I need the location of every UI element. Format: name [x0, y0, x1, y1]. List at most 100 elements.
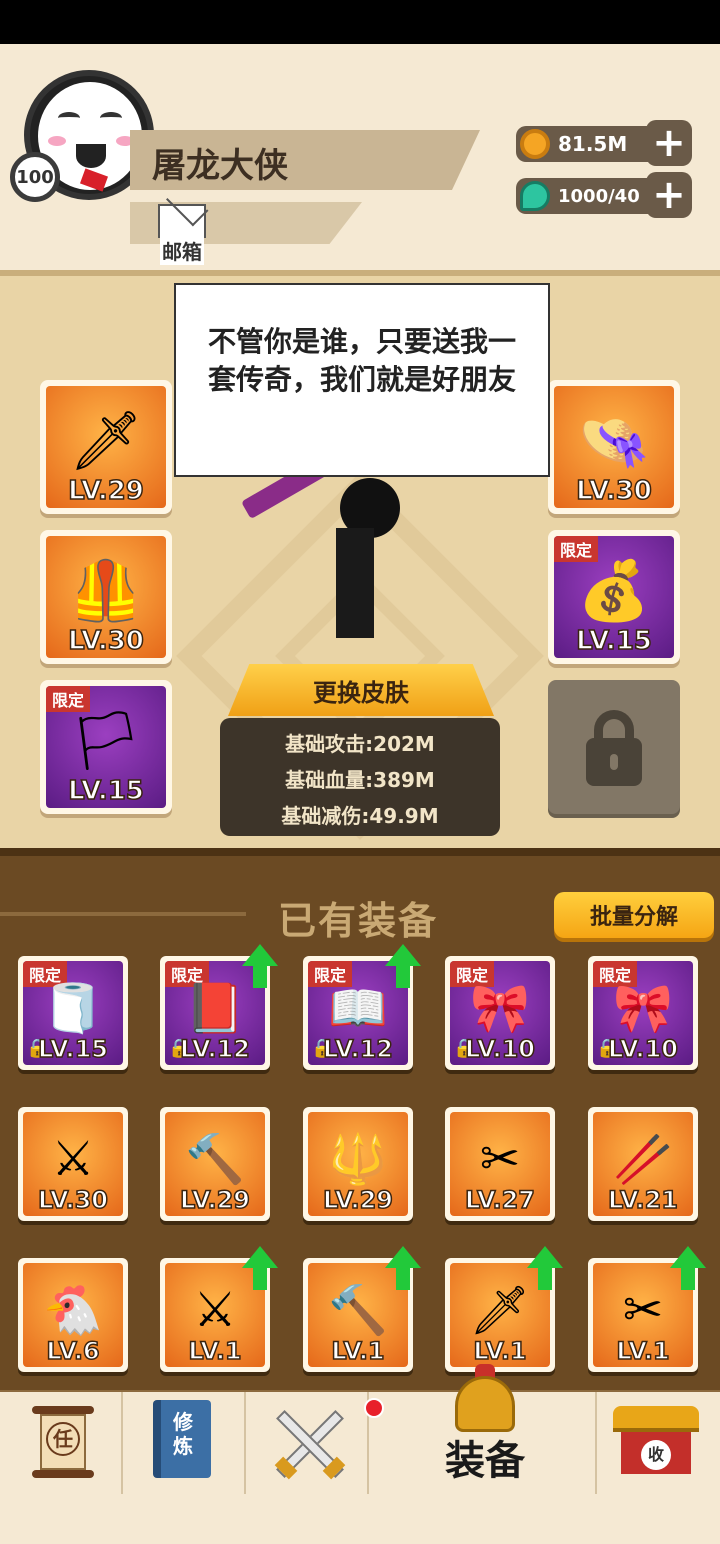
armor-icon: 🦺	[69, 556, 143, 625]
upgrade-arrow-icon	[242, 944, 278, 990]
item-level: LV.21	[607, 1185, 678, 1215]
nav-equipment[interactable]: 装备	[369, 1364, 597, 1494]
nav-bottom-strip	[0, 1494, 720, 1544]
book-icon: 修炼	[153, 1400, 211, 1478]
speech-bubble: 不管你是谁，只要送我一套传奇，我们就是好朋友	[174, 283, 550, 477]
equip-slot-weapon[interactable]: 🗡 LV.29	[40, 380, 172, 514]
nav-cultivate[interactable]: 修炼	[123, 1392, 246, 1494]
scroll-rod-top	[32, 1406, 94, 1414]
avatar-eye-right	[100, 112, 122, 124]
item-level: LV.27	[464, 1185, 535, 1215]
lock-keyhole	[610, 754, 618, 770]
change-skin-button[interactable]: 更换皮肤	[228, 664, 494, 716]
item-level: LV.1	[616, 1336, 671, 1366]
chinese-knot-icon: 🎀	[470, 980, 530, 1037]
magazine-icon: 📖	[328, 980, 388, 1037]
chinese-knot-icon: 🎀	[613, 980, 673, 1037]
nav-tasks[interactable]: 任	[0, 1392, 123, 1494]
item-background: 🔨 LV.29	[165, 1112, 265, 1216]
inventory-item[interactable]: 限定 📕 🔒 LV.12	[160, 944, 278, 1070]
equip-slot-hat[interactable]: 👒 LV.30	[548, 380, 680, 514]
stat-attack: 基础攻击:202M	[285, 732, 435, 756]
title-divider	[0, 912, 246, 916]
scissors-icon: ✂	[622, 1281, 664, 1338]
inventory-item[interactable]: 限定 🧻 🔒 LV.15	[18, 956, 128, 1070]
inventory-item[interactable]: ✂ LV.27	[445, 1107, 555, 1221]
mace-icon: 🔨	[185, 1131, 245, 1188]
item-background: 限定 🎀 🔒 LV.10	[593, 961, 693, 1065]
slot-background: 🦺 LV.30	[46, 536, 166, 658]
spear-icon: 🔱	[328, 1131, 388, 1188]
equip-slot-accessory[interactable]: 限定 🏳 LV.15	[40, 680, 172, 814]
slot-level: LV.30	[67, 625, 144, 657]
equip-slot-armor[interactable]: 🦺 LV.30	[40, 530, 172, 664]
book-glyph: 修炼	[173, 1410, 193, 1458]
scroll-rod-bottom	[32, 1470, 94, 1478]
equip-slot-treasure[interactable]: 限定 💰 LV.15	[548, 530, 680, 664]
shop-icon: 收	[613, 1406, 699, 1478]
rubber-chicken-icon: 🐔	[43, 1282, 103, 1339]
gem-counter: 1000/40	[516, 178, 666, 214]
inventory-item[interactable]: 🔨 LV.29	[160, 1107, 270, 1221]
inventory-item[interactable]: 限定 🎀 🔒 LV.10	[588, 956, 698, 1070]
item-level: LV.12	[322, 1034, 393, 1064]
helmet-dome	[455, 1376, 515, 1432]
slot-background: 限定 💰 LV.15	[554, 536, 674, 658]
status-bar	[0, 0, 720, 44]
add-gem-button[interactable]: +	[646, 172, 692, 218]
crossed-swords-icon	[270, 1398, 384, 1480]
item-level: LV.1	[473, 1336, 528, 1366]
inventory-item[interactable]: 🔨 LV.1	[303, 1246, 421, 1372]
inventory-item[interactable]: 🔱 LV.29	[303, 1107, 413, 1221]
inventory-item[interactable]: 限定 📖 🔒 LV.12	[303, 944, 421, 1070]
slot-level: LV.15	[67, 775, 144, 807]
item-level: LV.6	[46, 1336, 101, 1366]
item-background: 🐔 LV.6	[23, 1263, 123, 1367]
gem-amount: 1000/40	[558, 185, 640, 207]
inventory-item[interactable]: ⚔ LV.1	[160, 1246, 278, 1372]
slot-level: LV.29	[67, 475, 144, 507]
gold-amount: 81.5M	[558, 132, 628, 156]
item-level: LV.29	[322, 1185, 393, 1215]
inventory-item[interactable]: 🐔 LV.6	[18, 1258, 128, 1372]
inventory-item[interactable]: 🗡 LV.1	[445, 1246, 563, 1372]
item-background: 限定 🧻 🔒 LV.15	[23, 961, 123, 1065]
add-gold-button[interactable]: +	[646, 120, 692, 166]
nav-battle[interactable]	[246, 1392, 384, 1494]
slot-background: 🗡 LV.29	[46, 386, 166, 508]
golden-sword-icon: ⚔	[51, 1130, 95, 1187]
inventory-item[interactable]: 限定 🎀 🔒 LV.10	[445, 956, 555, 1070]
staff-icon: 🥢	[613, 1131, 673, 1188]
nav-equipment-label: 装备	[445, 1438, 525, 1484]
avatar-cheek-left	[48, 136, 66, 146]
item-level: LV.30	[37, 1185, 108, 1215]
upgrade-arrow-icon	[670, 1246, 706, 1292]
inventory-item[interactable]: ✂ LV.1	[588, 1246, 706, 1372]
helmet-icon	[449, 1364, 521, 1434]
batch-dismantle-button[interactable]: 批量分解	[554, 892, 714, 938]
shop-glyph: 收	[641, 1440, 671, 1470]
upgrade-arrow-icon	[385, 1246, 421, 1292]
item-level: LV.10	[607, 1034, 678, 1064]
upgrade-arrow-icon	[242, 1246, 278, 1292]
mail-icon[interactable]	[158, 204, 206, 238]
locked-slot[interactable]	[548, 680, 680, 814]
nav-shop[interactable]: 收	[597, 1392, 720, 1494]
sword-icon: 🗡	[469, 1282, 531, 1339]
inventory-item[interactable]: ⚔ LV.30	[18, 1107, 128, 1221]
player-avatar[interactable]: 100	[10, 70, 154, 250]
inventory-title: 已有装备	[278, 899, 439, 943]
gold-counter: 81.5M	[516, 126, 666, 162]
gold-ingot-icon: 💰	[577, 556, 651, 625]
stat-defense: 基础减伤:49.9M	[281, 804, 439, 828]
player-name: 屠龙大侠	[152, 146, 288, 186]
upgrade-arrow-icon	[527, 1246, 563, 1292]
shop-roof	[613, 1406, 699, 1432]
avatar-mouth	[76, 144, 106, 168]
avatar-eye-left	[58, 112, 80, 124]
item-level: LV.10	[464, 1034, 535, 1064]
item-level: LV.1	[331, 1336, 386, 1366]
mail-label[interactable]: 邮箱	[160, 236, 204, 265]
bottom-nav: 任 修炼 装备 收	[0, 1364, 720, 1494]
inventory-item[interactable]: 🥢 LV.21	[588, 1107, 698, 1221]
